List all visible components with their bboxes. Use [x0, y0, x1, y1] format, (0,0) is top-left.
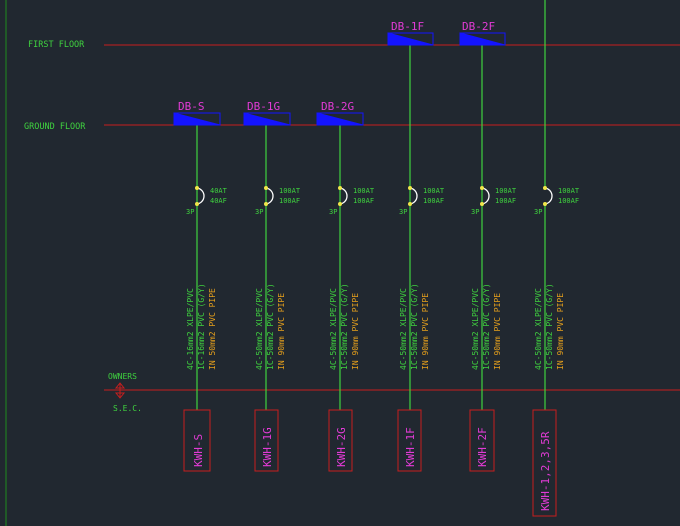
- distribution-board-symbol: [243, 112, 291, 126]
- distribution-board-name: DB-2G: [321, 100, 354, 113]
- breaker-frame-rating: 100AF: [495, 197, 516, 205]
- breaker-contact-top-icon: [264, 186, 268, 190]
- kwh-meter-label: KWH-S: [192, 434, 205, 467]
- cable-spec-1: 4C-50mm2 XLPE/PVC: [255, 288, 264, 370]
- breaker-frame-rating: 100AF: [279, 197, 300, 205]
- cable-spec-2: 1C-50mm2 PVC (G/Y): [410, 283, 419, 370]
- sec-label: S.E.C.: [113, 404, 142, 413]
- breaker-trip-rating: 100AT: [353, 187, 375, 195]
- cable-spec-1: 4C-50mm2 XLPE/PVC: [534, 288, 543, 370]
- owners-label: OWNERS: [108, 372, 137, 381]
- breaker-contact-top-icon: [543, 186, 547, 190]
- cable-spec-3: IN 90mm PVC PIPE: [493, 293, 502, 370]
- breaker-contact-bottom-icon: [264, 202, 268, 206]
- cable-spec-1: 4C-50mm2 XLPE/PVC: [399, 288, 408, 370]
- cable-spec-3: IN 90mm PVC PIPE: [421, 293, 430, 370]
- breaker-trip-rating: 40AT: [210, 187, 228, 195]
- cable-spec-1: 4C-50mm2 XLPE/PVC: [329, 288, 338, 370]
- distribution-board-symbol: [387, 32, 434, 46]
- breaker-poles: 3P: [186, 208, 194, 216]
- first-floor-label: FIRST FLOOR: [28, 40, 85, 50]
- kwh-meter-label: KWH-1F: [404, 427, 417, 467]
- kwh-meter-label: KWH-1G: [261, 427, 274, 467]
- breaker-icon: [543, 187, 553, 205]
- breaker-contact-top-icon: [480, 186, 484, 190]
- breaker-frame-rating: 100AF: [558, 197, 579, 205]
- distribution-board-name: DB-S: [178, 100, 205, 113]
- cable-spec-3: IN 90mm PVC PIPE: [351, 293, 360, 370]
- breaker-contact-bottom-icon: [480, 202, 484, 206]
- breaker-contact-bottom-icon: [543, 202, 547, 206]
- distribution-board-name: DB-1G: [247, 100, 280, 113]
- breaker-contact-top-icon: [408, 186, 412, 190]
- breaker-trip-rating: 100AT: [423, 187, 445, 195]
- cable-spec-3: IN 90mm PVC PIPE: [277, 293, 286, 370]
- cable-spec-1: 4C-16mm2 XLPE/PVC: [186, 288, 195, 370]
- branch-main-riser: 100AT 100AF 3P 4C-50mm2 XLPE/PVC 1C-50mm…: [532, 186, 580, 517]
- distribution-board-symbol: [459, 32, 506, 46]
- breaker-poles: 3P: [471, 208, 479, 216]
- breaker-contact-bottom-icon: [195, 202, 199, 206]
- distribution-board-name: DB-2F: [462, 20, 495, 33]
- distribution-board-name: DB-1F: [391, 20, 424, 33]
- branch-db-s: DB-S 40AT 40AF 3P 4C-16mm2 XLPE/PVC 1C-1…: [173, 100, 228, 472]
- cable-spec-3: IN 50mm2 PVC PIPE: [208, 288, 217, 370]
- branch-db-2g: DB-2G 100AT 100AF 3P 4C-50mm2 XLPE/PVC 1…: [316, 100, 375, 472]
- cable-spec-2: 1C-16mm2 PVC (G/Y): [197, 283, 206, 370]
- cable-spec-1: 4C-50mm2 XLPE/PVC: [471, 288, 480, 370]
- kwh-meter-label: KWH-2F: [476, 427, 489, 467]
- branch-db-1g: DB-1G 100AT 100AF 3P 4C-50mm2 XLPE/PVC 1…: [243, 100, 301, 472]
- ground-floor-label: GROUND FLOOR: [24, 122, 86, 132]
- single-line-diagram: FIRST FLOOR GROUND FLOOR OWNERS S.E.C. D…: [5, 0, 680, 526]
- branch-db-2f: DB-2F 100AT 100AF 3P 4C-50mm2 XLPE/PVC 1…: [459, 20, 517, 472]
- cable-spec-2: 1C-50mm2 PVC (G/Y): [482, 283, 491, 370]
- breaker-frame-rating: 100AF: [423, 197, 444, 205]
- cable-spec-2: 1C-50mm2 PVC (G/Y): [545, 283, 554, 370]
- kwh-meter-label: KWH-1,2,3,5R: [539, 431, 552, 511]
- breaker-contact-bottom-icon: [408, 202, 412, 206]
- kwh-meter-label: KWH-2G: [335, 427, 348, 467]
- breaker-trip-rating: 100AT: [495, 187, 517, 195]
- branch-db-1f: DB-1F 100AT 100AF 3P 4C-50mm2 XLPE/PVC 1…: [387, 20, 445, 472]
- breaker-poles: 3P: [255, 208, 263, 216]
- breaker-poles: 3P: [399, 208, 407, 216]
- cable-spec-3: IN 90mm PVC PIPE: [556, 293, 565, 370]
- breaker-contact-top-icon: [195, 186, 199, 190]
- breaker-contact-top-icon: [338, 186, 342, 190]
- breaker-poles: 3P: [534, 208, 542, 216]
- breaker-contact-bottom-icon: [338, 202, 342, 206]
- cable-spec-2: 1C-50mm2 PVC (G/Y): [340, 283, 349, 370]
- breaker-trip-rating: 100AT: [279, 187, 301, 195]
- distribution-board-symbol: [173, 112, 221, 126]
- cable-spec-2: 1C-50mm2 PVC (G/Y): [266, 283, 275, 370]
- breaker-trip-rating: 100AT: [558, 187, 580, 195]
- breaker-frame-rating: 100AF: [353, 197, 374, 205]
- distribution-board-symbol: [316, 112, 364, 126]
- breaker-poles: 3P: [329, 208, 337, 216]
- breaker-frame-rating: 40AF: [210, 197, 227, 205]
